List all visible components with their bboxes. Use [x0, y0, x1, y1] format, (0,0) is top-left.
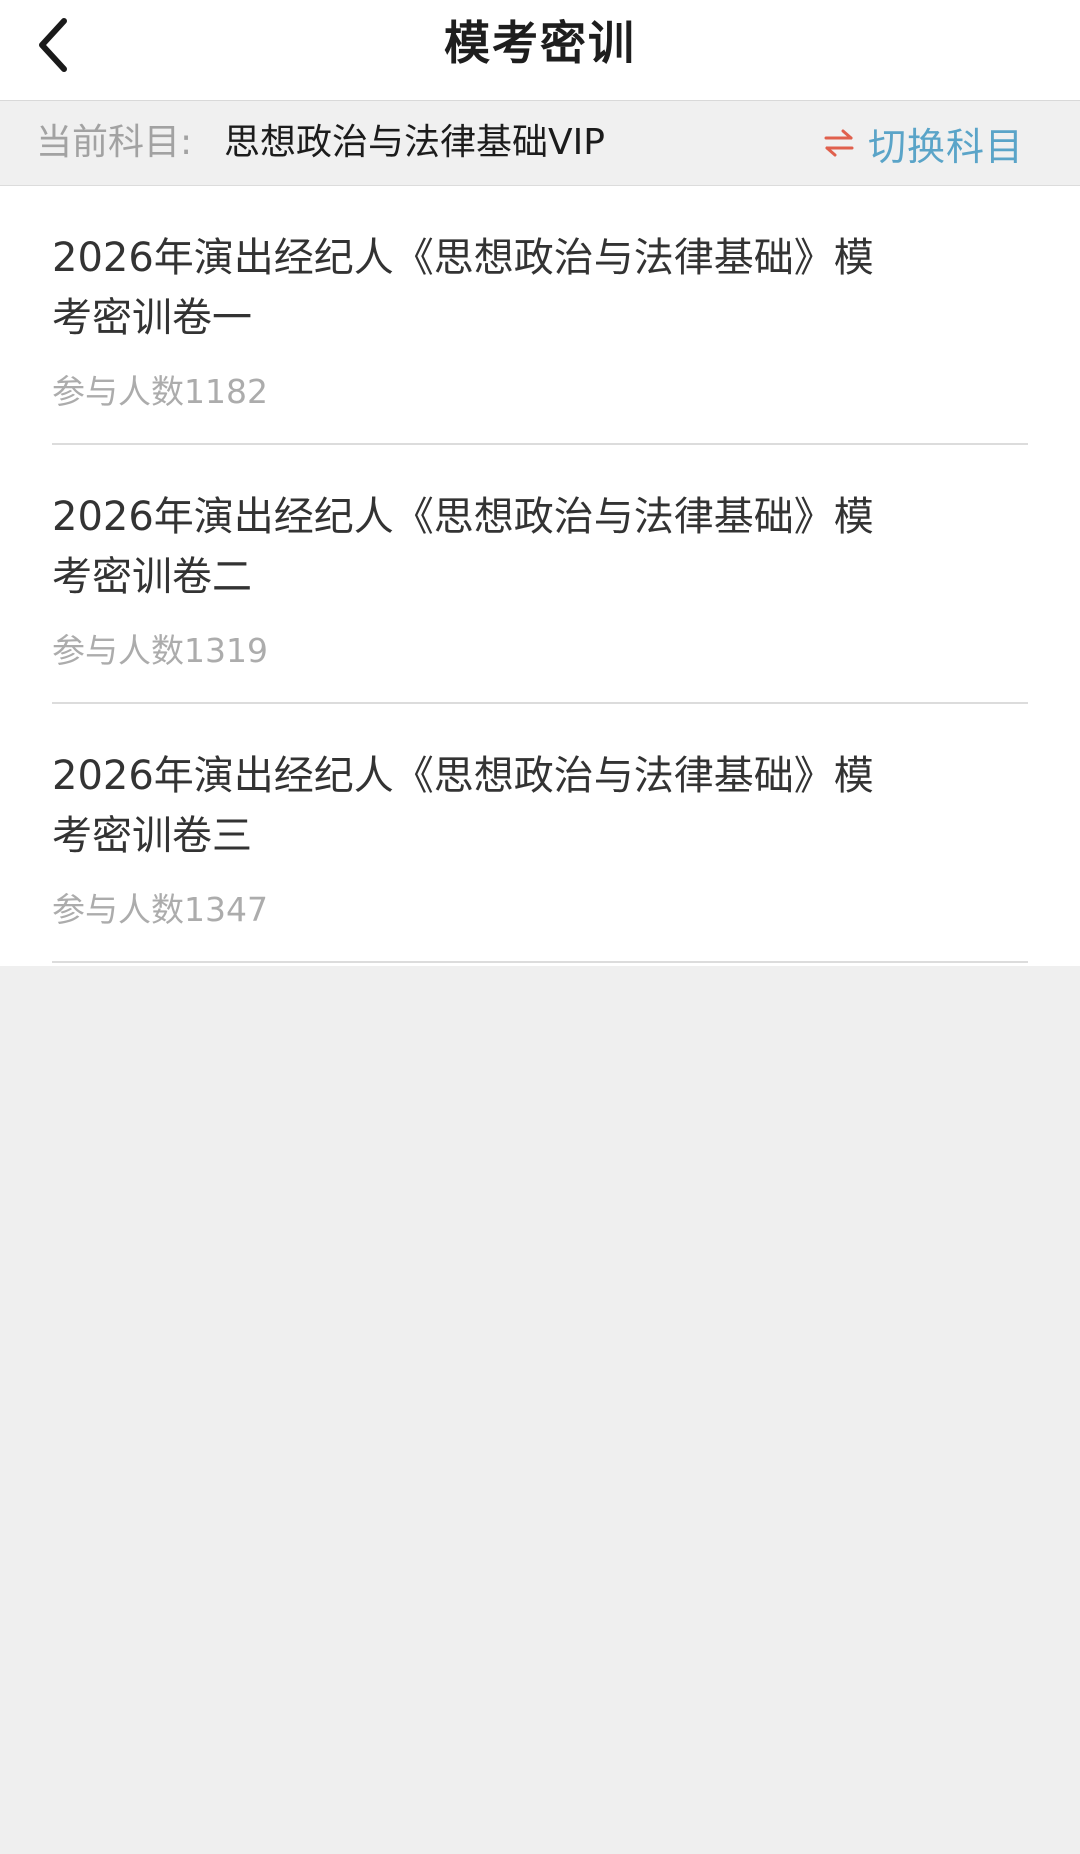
participant-count: 参与人数1182	[52, 372, 268, 411]
nav-header: 模考密训	[0, 0, 1080, 101]
swap-arrows-icon	[824, 129, 854, 157]
exam-list: 2026年演出经纪人《思想政治与法律基础》模 考密训卷一 参与人数1182 20…	[0, 186, 1080, 966]
exam-list-item[interactable]: 2026年演出经纪人《思想政治与法律基础》模 考密训卷二 参与人数1319	[0, 445, 1080, 704]
exam-title: 2026年演出经纪人《思想政治与法律基础》模 考密训卷二	[52, 487, 952, 607]
current-subject-value: 思想政治与法律基础VIP	[224, 122, 605, 163]
switch-subject-button[interactable]: 切换科目	[824, 101, 1024, 185]
screen: 模考密训 当前科目: 思想政治与法律基础VIP 切换科目 2026年演出经纪人《…	[0, 0, 1080, 1854]
current-subject-label: 当前科目:	[36, 122, 193, 163]
exam-title-line: 考密训卷一	[52, 295, 252, 341]
current-subject-bar: 当前科目: 思想政治与法律基础VIP 切换科目	[0, 101, 1080, 186]
exam-title-line: 2026年演出经纪人《思想政治与法律基础》模	[52, 235, 874, 281]
participant-count: 参与人数1319	[52, 631, 268, 670]
divider	[52, 961, 1028, 963]
exam-list-item[interactable]: 2026年演出经纪人《思想政治与法律基础》模 考密训卷三 参与人数1347	[0, 704, 1080, 963]
exam-title-line: 考密训卷三	[52, 813, 252, 859]
participant-count: 参与人数1347	[52, 890, 268, 929]
exam-title: 2026年演出经纪人《思想政治与法律基础》模 考密训卷一	[52, 228, 952, 348]
exam-list-item[interactable]: 2026年演出经纪人《思想政治与法律基础》模 考密训卷一 参与人数1182	[0, 186, 1080, 445]
page-title: 模考密训	[444, 16, 636, 70]
exam-title-line: 2026年演出经纪人《思想政治与法律基础》模	[52, 494, 874, 540]
exam-title-line: 考密训卷二	[52, 554, 252, 600]
exam-title-line: 2026年演出经纪人《思想政治与法律基础》模	[52, 753, 874, 799]
switch-subject-label: 切换科目	[867, 124, 1024, 169]
exam-title: 2026年演出经纪人《思想政治与法律基础》模 考密训卷三	[52, 746, 952, 866]
